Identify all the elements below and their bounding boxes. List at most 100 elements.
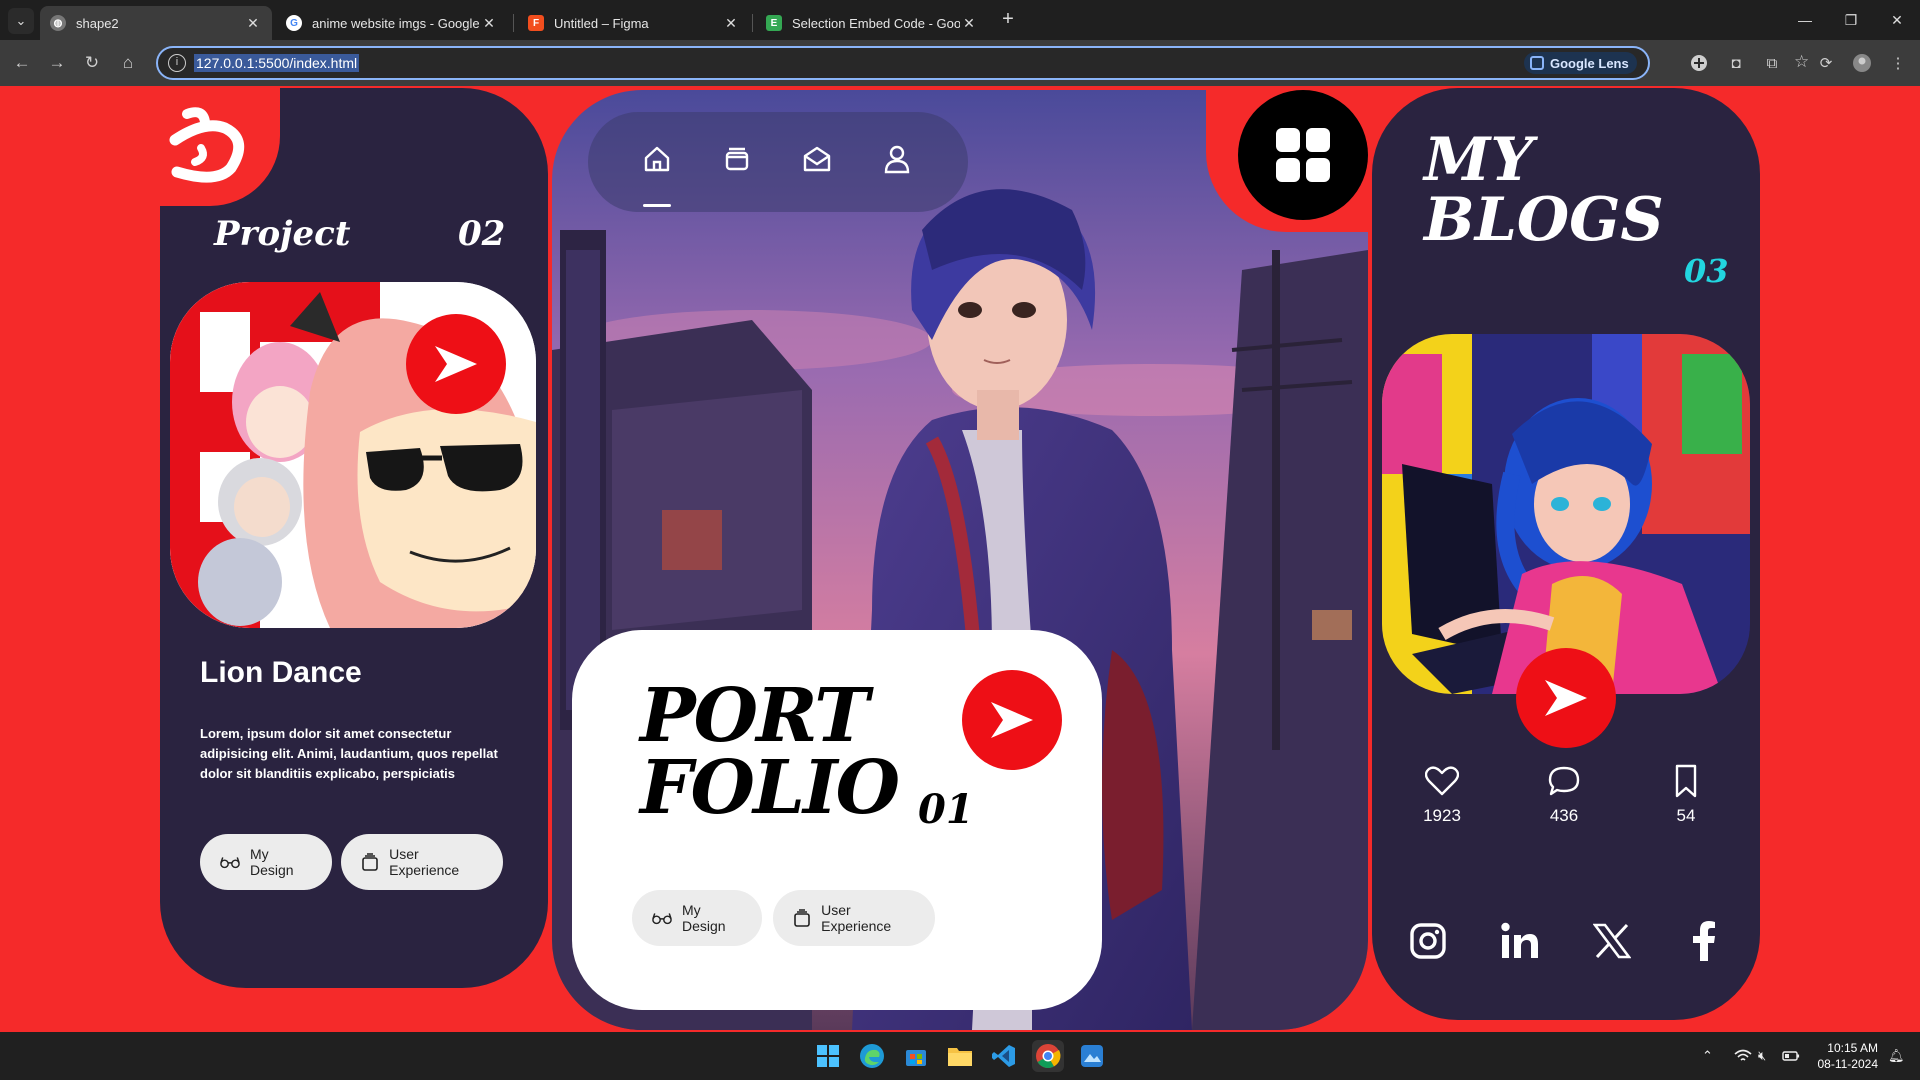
layers-icon	[793, 909, 811, 927]
photos-app-icon[interactable]	[1076, 1040, 1108, 1072]
tab-title: Selection Embed Code - Googl	[792, 15, 960, 31]
system-clock[interactable]: 10:15 AM 08-11-2024	[1814, 1040, 1879, 1072]
send-arrow-icon	[1545, 680, 1587, 716]
send-arrow-icon	[991, 702, 1033, 738]
vscode-icon[interactable]	[988, 1040, 1020, 1072]
camera-icon[interactable]: ◘	[1722, 49, 1750, 77]
extensions-icon[interactable]: ⧉	[1758, 49, 1786, 77]
file-explorer-icon[interactable]	[944, 1040, 976, 1072]
close-tab-icon[interactable]: ✕	[722, 15, 740, 32]
my-design-button[interactable]: My Design	[632, 890, 762, 946]
blogs-title: MY BLOGS	[1424, 130, 1664, 250]
show-hidden-icons[interactable]: ⌃	[1702, 1032, 1713, 1080]
heart-icon	[1402, 762, 1482, 800]
windows-start-icon[interactable]	[812, 1040, 844, 1072]
facebook-icon[interactable]	[1679, 916, 1729, 966]
project-heading: Lion Dance	[200, 656, 362, 689]
chrome-icon[interactable]	[1032, 1040, 1064, 1072]
lens-icon	[1530, 56, 1544, 70]
reload-button[interactable]: ↻	[78, 49, 106, 77]
tab-title: Untitled – Figma	[554, 15, 649, 31]
tab-search-button[interactable]: ⌄	[8, 8, 34, 34]
minimize-button[interactable]: —	[1782, 0, 1828, 40]
home-icon[interactable]	[640, 142, 674, 176]
portfolio-line-1: PORT	[640, 673, 869, 759]
browser-toolbar: ← → ↻ ⌂ i 127.0.0.1:5500/index.html Goog…	[0, 40, 1920, 86]
microsoft-store-icon[interactable]	[900, 1040, 932, 1072]
bookmarks-count: 54	[1676, 806, 1696, 825]
comment-icon	[1524, 762, 1604, 800]
glasses-icon	[220, 855, 240, 869]
tab-embed-code[interactable]: E Selection Embed Code - Googl ✕	[756, 6, 988, 40]
bookmark-star-icon[interactable]: ☆	[1794, 52, 1809, 72]
likes-count: 1923	[1423, 806, 1461, 825]
brand-logo[interactable]	[165, 100, 251, 192]
notifications-icon[interactable]: 🔔︎	[1888, 1032, 1905, 1080]
active-nav-indicator	[643, 204, 671, 207]
tab-figma[interactable]: F Untitled – Figma ✕	[518, 6, 750, 40]
x-icon[interactable]	[1587, 916, 1637, 966]
comments-stat[interactable]: 436	[1524, 762, 1604, 826]
globe-icon: ◍	[50, 15, 66, 31]
portfolio-title: PORT FOLIO	[640, 673, 900, 831]
blogs-number: 03	[1684, 252, 1729, 290]
tab-shape2[interactable]: ◍ shape2 ✕	[40, 6, 272, 40]
project-title: Project	[214, 214, 351, 254]
bag-icon[interactable]	[720, 142, 754, 176]
url-text[interactable]: 127.0.0.1:5500/index.html	[194, 54, 360, 72]
grid-icon	[1276, 128, 1330, 182]
battery-icon[interactable]	[1782, 1032, 1800, 1080]
add-extension-icon[interactable]	[1685, 49, 1713, 77]
close-window-button[interactable]: ✕	[1874, 0, 1920, 40]
layers-icon	[361, 853, 379, 871]
tab-separator	[752, 14, 753, 32]
menu-grid-button[interactable]	[1238, 90, 1368, 220]
linkedin-icon[interactable]	[1495, 916, 1545, 966]
bookmarks-stat[interactable]: 54	[1646, 762, 1726, 826]
google-lens-button[interactable]: Google Lens	[1524, 52, 1637, 74]
user-experience-button[interactable]: User Experience	[341, 834, 503, 890]
button-label: My Design	[250, 846, 294, 878]
profile-avatar[interactable]	[1848, 49, 1876, 77]
button-label: My Design	[682, 902, 726, 934]
mail-icon[interactable]	[800, 142, 834, 176]
comments-count: 436	[1549, 806, 1579, 825]
restore-button[interactable]: ❐	[1828, 0, 1874, 40]
lens-label: Google Lens	[1550, 55, 1629, 71]
tab-title: shape2	[76, 15, 119, 31]
windows-taskbar: ⌃ 🔇︎ 10:15 AM 08-11-2024 🔔︎	[0, 1032, 1920, 1080]
home-button[interactable]: ⌂	[114, 49, 142, 77]
project-go-button[interactable]	[406, 314, 506, 414]
blog-go-button[interactable]	[1516, 648, 1616, 748]
instagram-icon[interactable]	[1403, 916, 1453, 966]
menu-kebab-icon[interactable]: ⋮	[1884, 49, 1912, 77]
sync-icon[interactable]: ⟳	[1812, 49, 1840, 77]
bookmark-icon	[1646, 762, 1726, 800]
blog-image[interactable]	[1382, 334, 1750, 694]
tab-title: anime website imgs - Google Se	[312, 15, 480, 31]
likes-stat[interactable]: 1923	[1402, 762, 1482, 826]
new-tab-button[interactable]: +	[996, 8, 1020, 32]
site-info-icon[interactable]: i	[168, 54, 186, 72]
close-tab-icon[interactable]: ✕	[960, 15, 978, 32]
portfolio-go-button[interactable]	[962, 670, 1062, 770]
google-icon: G	[286, 15, 302, 31]
volume-muted-icon[interactable]: 🔇︎	[1758, 1032, 1766, 1080]
forward-button[interactable]: →	[43, 49, 71, 77]
project-description: Lorem, ipsum dolor sit amet consectetur …	[200, 726, 498, 781]
edge-icon[interactable]	[856, 1040, 888, 1072]
user-icon[interactable]	[880, 142, 914, 176]
embed-favicon-icon: E	[766, 15, 782, 31]
portfolio-line-2: FOLIO	[640, 745, 900, 831]
close-tab-icon[interactable]: ✕	[480, 15, 498, 32]
send-arrow-icon	[435, 346, 477, 382]
user-experience-button[interactable]: User Experience	[773, 890, 935, 946]
blogs-title-line-2: BLOGS	[1424, 185, 1664, 255]
close-tab-icon[interactable]: ✕	[244, 15, 262, 32]
address-bar[interactable]: i 127.0.0.1:5500/index.html Google Lens …	[156, 46, 1809, 80]
wifi-icon[interactable]	[1734, 1032, 1752, 1080]
tab-google-images[interactable]: G anime website imgs - Google Se ✕	[276, 6, 508, 40]
clock-date: 08-11-2024	[1817, 1057, 1879, 1071]
my-design-button[interactable]: My Design	[200, 834, 332, 890]
back-button[interactable]: ←	[8, 49, 36, 77]
